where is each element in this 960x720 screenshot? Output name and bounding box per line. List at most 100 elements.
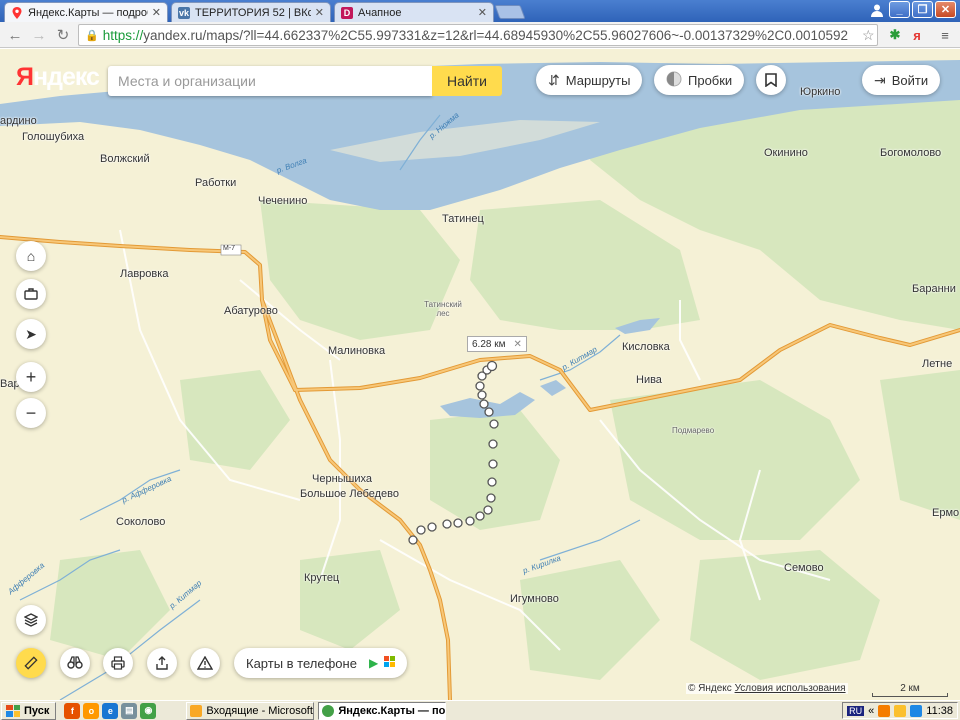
menu-icon[interactable]: ≡ <box>936 26 954 44</box>
maximize-icon[interactable]: ❐ <box>912 1 933 18</box>
back-arrow-icon[interactable]: ← <box>6 26 24 44</box>
map-label: Окинино <box>764 147 808 159</box>
reload-icon[interactable]: ↻ <box>54 26 72 44</box>
map-label: Чернышиха <box>312 473 373 485</box>
yandex-extension-icon[interactable]: я <box>908 26 926 44</box>
map-label: Волжский <box>100 153 150 165</box>
close-tab-icon[interactable]: ✕ <box>478 6 487 19</box>
map-label: Игумново <box>510 593 559 605</box>
tab-title: Яндекс.Карты — подробна <box>28 6 148 19</box>
user-profile-icon[interactable] <box>866 1 887 18</box>
taskbar-item-label: Входящие - Microsoft O... <box>206 704 313 717</box>
bookmark-icon[interactable] <box>756 65 786 95</box>
close-tab-icon[interactable]: ✕ <box>152 6 161 19</box>
taskbar-item-label: Яндекс.Карты — по... <box>338 704 447 717</box>
map-label: Абатурово <box>224 305 278 317</box>
language-indicator[interactable]: RU <box>847 705 865 716</box>
find-button[interactable]: Найти <box>432 66 502 96</box>
taskbar-item-chrome[interactable]: Яндекс.Карты — по... <box>318 701 447 720</box>
phone-app-banner[interactable]: Карты в телефоне ▶ <box>234 648 408 678</box>
tray-app-icon[interactable] <box>878 704 891 717</box>
taskbar-item-outlook[interactable]: Входящие - Microsoft O... <box>186 701 315 720</box>
share-icon[interactable] <box>147 648 177 678</box>
route-distance-label: 6.28 км ✕ <box>467 336 527 352</box>
map-label: ардино <box>0 115 37 127</box>
route-icon: ⇵ <box>548 71 560 88</box>
browser-tab-strip: Яндекс.Карты — подробна ✕ vk ТЕРРИТОРИЯ … <box>0 0 960 22</box>
yandex-logo[interactable]: Яндекс <box>16 63 100 92</box>
copyright-text: © Яндекс <box>688 683 732 694</box>
browser-toolbar: ← → ↻ 🔒 https:// yandex.ru/maps/?ll=44.6… <box>0 22 960 48</box>
chrome-icon <box>322 704 335 717</box>
report-error-warning-icon[interactable] <box>190 648 220 678</box>
explorer-icon[interactable]: ▤ <box>121 702 138 719</box>
close-window-icon[interactable]: ✕ <box>935 1 956 18</box>
tab-achapnoe[interactable]: D Ачапное ✕ <box>334 2 494 22</box>
my-location-icon[interactable]: ➤ <box>16 319 46 349</box>
map-label: Летне <box>922 358 953 370</box>
map-label: Голошубиха <box>22 131 85 143</box>
map-label: Лавровка <box>120 268 169 280</box>
map-label: Малиновка <box>328 345 386 357</box>
map-label: Соколово <box>116 516 166 528</box>
start-button[interactable]: Пуск <box>1 701 57 720</box>
url-protocol: https:// <box>102 27 144 43</box>
search-input[interactable] <box>118 73 432 89</box>
zoom-in-button[interactable]: + <box>16 362 46 392</box>
map-label: Нива <box>636 374 662 386</box>
search-box <box>108 66 432 96</box>
ruler-icon[interactable] <box>16 648 46 678</box>
map-label: Работки <box>195 177 237 189</box>
start-label: Пуск <box>24 704 50 717</box>
print-icon[interactable] <box>103 648 133 678</box>
terms-link[interactable]: Условия использования <box>735 683 846 694</box>
traffic-label: Пробки <box>688 72 733 88</box>
window-controls: _ ❐ ✕ <box>866 1 956 18</box>
work-briefcase-icon[interactable] <box>16 279 46 309</box>
layers-icon[interactable] <box>16 605 46 635</box>
tray-app-icon[interactable] <box>910 704 923 717</box>
google-play-icon: ▶ <box>368 656 379 670</box>
forward-arrow-icon[interactable]: → <box>30 26 48 44</box>
map-label: Кисловка <box>622 341 670 353</box>
map-label: Баранни <box>912 283 956 295</box>
lock-icon: 🔒 <box>85 29 99 42</box>
close-measure-icon[interactable]: ✕ <box>514 339 522 350</box>
tray-expand-icon[interactable]: « <box>868 705 874 717</box>
tab-title: Ачапное <box>358 6 402 19</box>
tray-app-icon[interactable] <box>894 704 907 717</box>
minimize-icon[interactable]: _ <box>889 1 910 18</box>
panorama-binoculars-icon[interactable] <box>60 648 90 678</box>
opera-icon[interactable]: o <box>83 702 100 719</box>
chrome-icon[interactable]: ◉ <box>140 702 157 719</box>
routes-button[interactable]: ⇵ Маршруты <box>536 65 643 95</box>
traffic-button[interactable]: Пробки <box>654 65 745 95</box>
map-scale: 2 км <box>870 683 950 697</box>
windows-taskbar: Пуск f o e ▤ ◉ Входящие - Microsoft O...… <box>0 700 960 720</box>
login-icon: ⇥ <box>874 71 886 88</box>
firefox-icon[interactable]: f <box>64 702 81 719</box>
map-label: Юркино <box>800 86 841 98</box>
scale-bar <box>872 693 948 697</box>
vk-icon: vk <box>178 6 190 19</box>
login-button[interactable]: ⇥ Войти <box>862 65 941 95</box>
distance-value: 6.28 км <box>472 338 506 350</box>
close-tab-icon[interactable]: ✕ <box>315 6 324 19</box>
new-tab-button[interactable] <box>494 5 526 19</box>
extension-puzzle-icon[interactable]: ✱ <box>886 26 904 44</box>
address-bar[interactable]: 🔒 https:// yandex.ru/maps/?ll=44.662337%… <box>78 24 878 46</box>
url-text: yandex.ru/maps/?ll=44.662337%2C55.997331… <box>143 27 849 43</box>
home-icon[interactable]: ⌂ <box>16 241 46 271</box>
clock: 11:38 <box>926 704 953 717</box>
bookmark-star-icon[interactable]: ☆ <box>862 27 875 44</box>
ie-icon[interactable]: e <box>102 702 119 719</box>
yandex-maps-pin-icon <box>11 6 23 19</box>
screen: Яндекс.Карты — подробна ✕ vk ТЕРРИТОРИЯ … <box>0 0 960 720</box>
road-number: М-7 <box>223 245 236 252</box>
map-canvas[interactable]: ардино Голошубиха Волжский Работки Чечен… <box>0 49 960 700</box>
copyright: © Яндекс Условия использования <box>686 683 848 694</box>
zoom-out-button[interactable]: − <box>16 398 46 428</box>
tab-yandex-maps[interactable]: Яндекс.Карты — подробна ✕ <box>4 2 168 22</box>
traffic-light-icon <box>666 71 682 90</box>
tab-vk[interactable]: vk ТЕРРИТОРИЯ 52 | ВКонтакт ✕ <box>171 2 331 22</box>
